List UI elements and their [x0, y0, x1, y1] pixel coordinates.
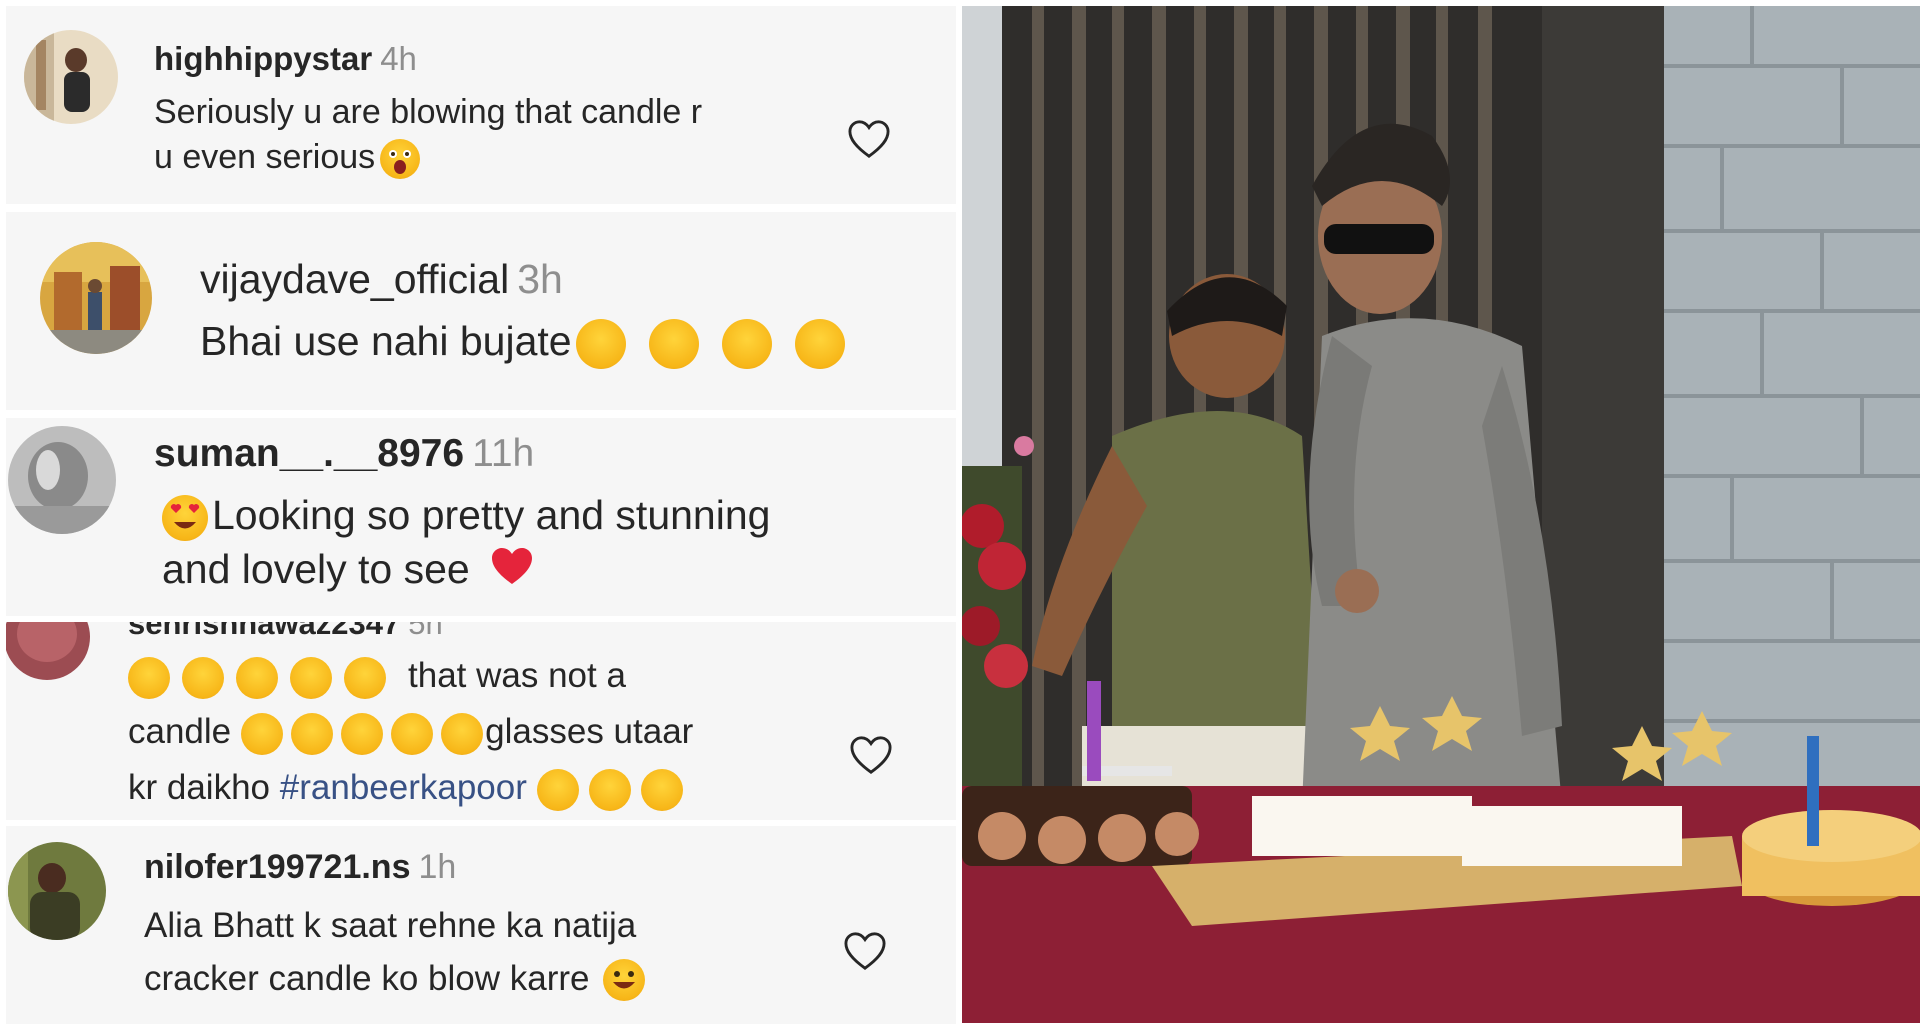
comment-username[interactable]: vijaydave_official 3h: [200, 256, 563, 303]
comment-card: highhippystar 4h Seriously u are blowing …: [6, 6, 956, 204]
laughing-face-icon: [128, 656, 170, 699]
comment-line-row: candle glasses utaar: [128, 704, 693, 760]
comment-line: u even serious: [154, 137, 376, 176]
avatar[interactable]: [24, 30, 118, 124]
avatar[interactable]: [8, 842, 106, 940]
comment-line: Seriously u are blowing that candle r: [154, 93, 703, 131]
comment-line-row: cracker candle ko blow karre: [144, 953, 650, 1006]
comment-line: glasses utaar: [485, 712, 694, 751]
comment-text: that was not a candle glasses utaar kr da…: [128, 648, 693, 816]
comment-card: suman__.__8976 11h Looking so pretty and …: [6, 418, 956, 616]
laughing-face-icon: [648, 319, 699, 370]
laughing-face-icon: [441, 712, 484, 755]
red-heart-icon: [488, 544, 536, 601]
comment-time: 5h: [408, 622, 443, 641]
laughing-face-icon: [341, 712, 384, 755]
avatar[interactable]: [8, 426, 116, 534]
username-text[interactable]: sehrishnawaz2347: [128, 622, 400, 641]
username-text[interactable]: vijaydave_official: [200, 256, 509, 302]
comment-username[interactable]: suman__.__8976 11h: [154, 432, 534, 476]
comment-username-partial[interactable]: sehrishnawaz2347 5h: [128, 622, 443, 642]
laughing-face-icon: [575, 319, 626, 370]
laughing-face-icon: [640, 768, 683, 811]
comment-line-row: u even serious: [154, 135, 702, 180]
comment-line: Looking so pretty and stunning: [212, 492, 771, 538]
comment-card: nilofer199721.ns 1h Alia Bhatt k saat reh…: [6, 826, 956, 1024]
comment-line: and lovely to see: [162, 546, 470, 593]
birthday-cake-photo: [962, 6, 1920, 1023]
username-text[interactable]: suman__.__8976: [154, 432, 464, 475]
comment-username[interactable]: nilofer199721.ns 1h: [144, 848, 456, 887]
like-heart-icon[interactable]: [846, 118, 892, 160]
laughing-face-icon: [536, 768, 579, 811]
comment-line: that was not a: [408, 656, 626, 695]
comment-username[interactable]: highhippystar 4h: [154, 40, 417, 78]
comment-text: Bhai use nahi bujate: [200, 314, 850, 370]
comment-text: Seriously u are blowing that candle r u …: [154, 90, 702, 180]
grinning-face-icon: [603, 959, 646, 1002]
laughing-face-icon: [290, 656, 332, 699]
comment-line: kr daikho: [128, 768, 271, 807]
like-heart-icon[interactable]: [848, 734, 894, 776]
username-text[interactable]: nilofer199721.ns: [144, 848, 410, 886]
laughing-face-icon: [182, 656, 224, 699]
comment-card: vijaydave_official 3h Bhai use nahi bujat…: [6, 212, 956, 410]
comment-line-row: and lovely to see: [162, 542, 770, 601]
like-heart-icon[interactable]: [842, 930, 888, 972]
comment-line: Alia Bhatt k saat rehne ka natija: [144, 906, 637, 945]
comment-time: 4h: [380, 40, 417, 77]
laughing-face-icon: [794, 319, 845, 370]
laughing-face-icon: [344, 656, 386, 699]
comment-time: 1h: [418, 848, 457, 886]
comment-line: cracker candle ko blow karre: [144, 958, 590, 998]
comment-line-row: kr daikho #ranbeerkapoor: [128, 760, 693, 816]
hashtag-link[interactable]: #ranbeerkapoor: [280, 768, 527, 807]
laughing-face-icon: [588, 768, 631, 811]
avatar[interactable]: [40, 242, 152, 354]
comment-line-row: Looking so pretty and stunning: [162, 488, 770, 542]
laughing-face-icon: [391, 712, 434, 755]
shocked-face-icon: [380, 138, 421, 179]
heart-eyes-face-icon: [162, 495, 208, 542]
comment-text: Looking so pretty and stunning and lovel…: [162, 488, 770, 601]
comment-card: sehrishnawaz2347 5h that was not a candle…: [6, 622, 956, 820]
comments-column: highhippystar 4h Seriously u are blowing …: [0, 0, 962, 1029]
comment-text: Alia Bhatt k saat rehne ka natija cracke…: [144, 900, 650, 1005]
comment-line: candle: [128, 712, 232, 751]
laughing-face-icon: [236, 656, 278, 699]
comment-time: 3h: [517, 256, 563, 302]
avatar[interactable]: [6, 622, 90, 680]
comment-time: 11h: [472, 432, 535, 475]
comment-line-row: that was not a: [128, 648, 693, 704]
laughing-face-icon: [721, 319, 772, 370]
comment-line: Bhai use nahi bujate: [200, 318, 572, 364]
username-text[interactable]: highhippystar: [154, 40, 372, 77]
laughing-face-icon: [291, 712, 334, 755]
laughing-face-icon: [241, 712, 284, 755]
